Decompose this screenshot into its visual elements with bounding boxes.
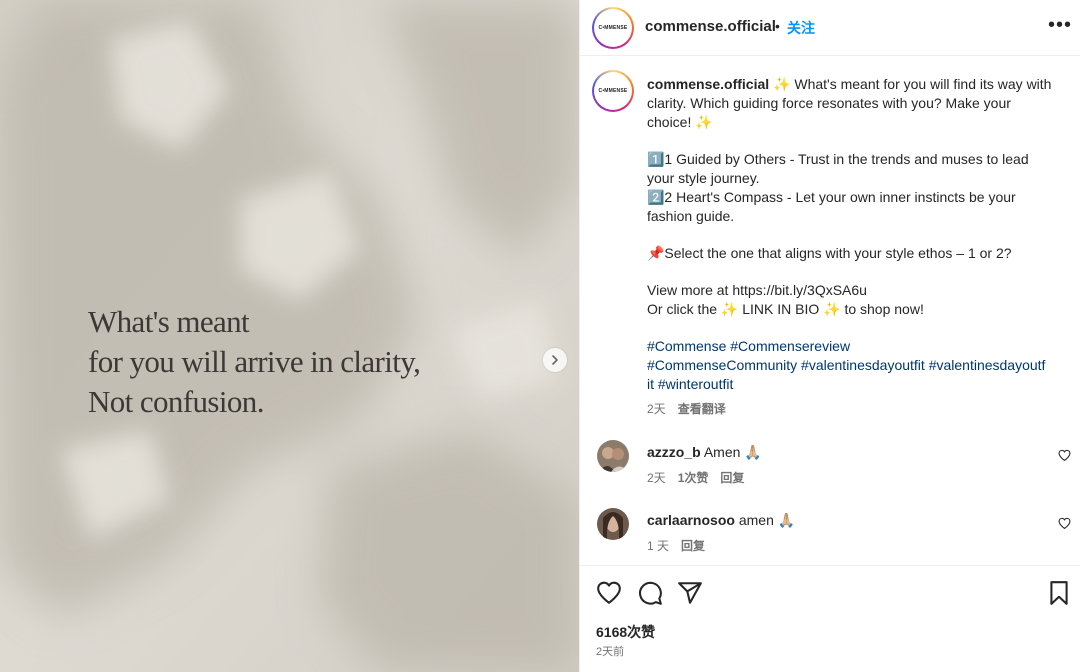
comment-time[interactable]: 1 天 <box>647 539 669 553</box>
hashtag-links[interactable]: it #winteroutfit <box>647 375 1065 394</box>
comments-scroll-area[interactable]: C•MMENSE commense.official ✨ What's mean… <box>580 57 1080 565</box>
post-quote: What's meant for you will arrive in clar… <box>88 302 508 422</box>
comment-item: azzzo_b Amen 🙏🏼 2天 1次赞 回复 <box>580 440 1080 500</box>
caption-time[interactable]: 2天 <box>647 402 666 416</box>
post-side-panel: C•MMENSE commense.official • 关注 ••• C•MM… <box>579 0 1080 672</box>
more-options-icon[interactable]: ••• <box>1048 14 1072 37</box>
separator-dot: • <box>775 18 780 34</box>
heart-icon[interactable] <box>1058 449 1071 462</box>
caption-option-1: 1️⃣1 Guided by Others - Trust in the tre… <box>647 151 1029 167</box>
post-header: C•MMENSE commense.official • 关注 ••• <box>580 0 1080 56</box>
comment-time[interactable]: 2天 <box>647 471 666 485</box>
comment-avatar[interactable] <box>597 440 629 472</box>
likes-count[interactable]: 6168次赞 <box>596 622 655 642</box>
post-timestamp[interactable]: 2天前 <box>596 643 624 659</box>
next-image-button[interactable] <box>543 348 567 372</box>
header-username-link[interactable]: commense.official <box>645 18 776 35</box>
reply-button[interactable]: 回复 <box>681 539 705 553</box>
caption-avatar[interactable]: C•MMENSE <box>592 70 634 112</box>
follow-button[interactable]: 关注 <box>787 18 815 38</box>
caption-option-2-cont: fashion guide. <box>647 208 735 224</box>
caption-select-line: 📌Select the one that aligns with your st… <box>647 245 1012 261</box>
caption-option-2: 2️⃣2 Heart's Compass - Let your own inne… <box>647 189 1016 205</box>
caption-option-1-cont: your style journey. <box>647 170 760 186</box>
caption-text: ✨ What's meant for you will find its way… <box>773 76 1052 92</box>
quote-line: Not confusion. <box>88 384 264 419</box>
comment-icon[interactable] <box>637 580 663 606</box>
caption-text: choice! ✨ <box>647 114 713 130</box>
avatar-photo <box>597 508 629 540</box>
quote-line: for you will arrive in clarity, <box>88 344 421 379</box>
avatar-logo: C•MMENSE <box>598 25 628 31</box>
heart-icon[interactable] <box>1058 517 1071 530</box>
comment-item: carlaarnosoo amen 🙏🏼 1 天回复 <box>580 508 1080 565</box>
quote-line: What's meant <box>88 304 250 339</box>
chevron-right-icon <box>552 355 558 365</box>
comment-username-link[interactable]: azzzo_b <box>647 444 701 460</box>
caption-link-in-bio: Or click the ✨ LINK IN BIO ✨ to shop now… <box>647 301 924 317</box>
see-translation-button[interactable]: 查看翻译 <box>678 402 726 416</box>
comment-avatar[interactable] <box>597 508 629 540</box>
comment-text: Amen 🙏🏼 <box>703 444 762 460</box>
comment-text: amen 🙏🏼 <box>738 512 796 528</box>
comment-username-link[interactable]: carlaarnosoo <box>647 512 735 528</box>
avatar-photo <box>597 440 629 472</box>
bookmark-icon[interactable] <box>1046 580 1072 606</box>
caption-meta: 2天 查看翻译 <box>647 400 1065 419</box>
post-image[interactable]: What's meant for you will arrive in clar… <box>0 0 579 672</box>
post-caption: commense.official ✨ What's meant for you… <box>647 75 1065 419</box>
reply-button[interactable]: 回复 <box>720 471 744 485</box>
comment-likes[interactable]: 1次赞 <box>678 471 709 485</box>
caption-view-more: View more at https://bit.ly/3QxSA6u <box>647 282 867 298</box>
share-icon[interactable] <box>677 580 703 606</box>
avatar-logo: C•MMENSE <box>598 88 628 94</box>
caption-username-link[interactable]: commense.official <box>647 76 769 92</box>
post-actions-bar: 6168次赞 2天前 <box>580 565 1080 672</box>
like-heart-icon[interactable] <box>596 580 622 606</box>
hashtag-links[interactable]: #Commense #Commensereview <box>647 337 1065 356</box>
avatar[interactable]: C•MMENSE <box>592 7 634 49</box>
caption-text: clarity. Which guiding force resonates w… <box>647 95 1011 111</box>
hashtag-links[interactable]: #CommenseCommunity #valentinesdayoutfit … <box>647 356 1065 375</box>
